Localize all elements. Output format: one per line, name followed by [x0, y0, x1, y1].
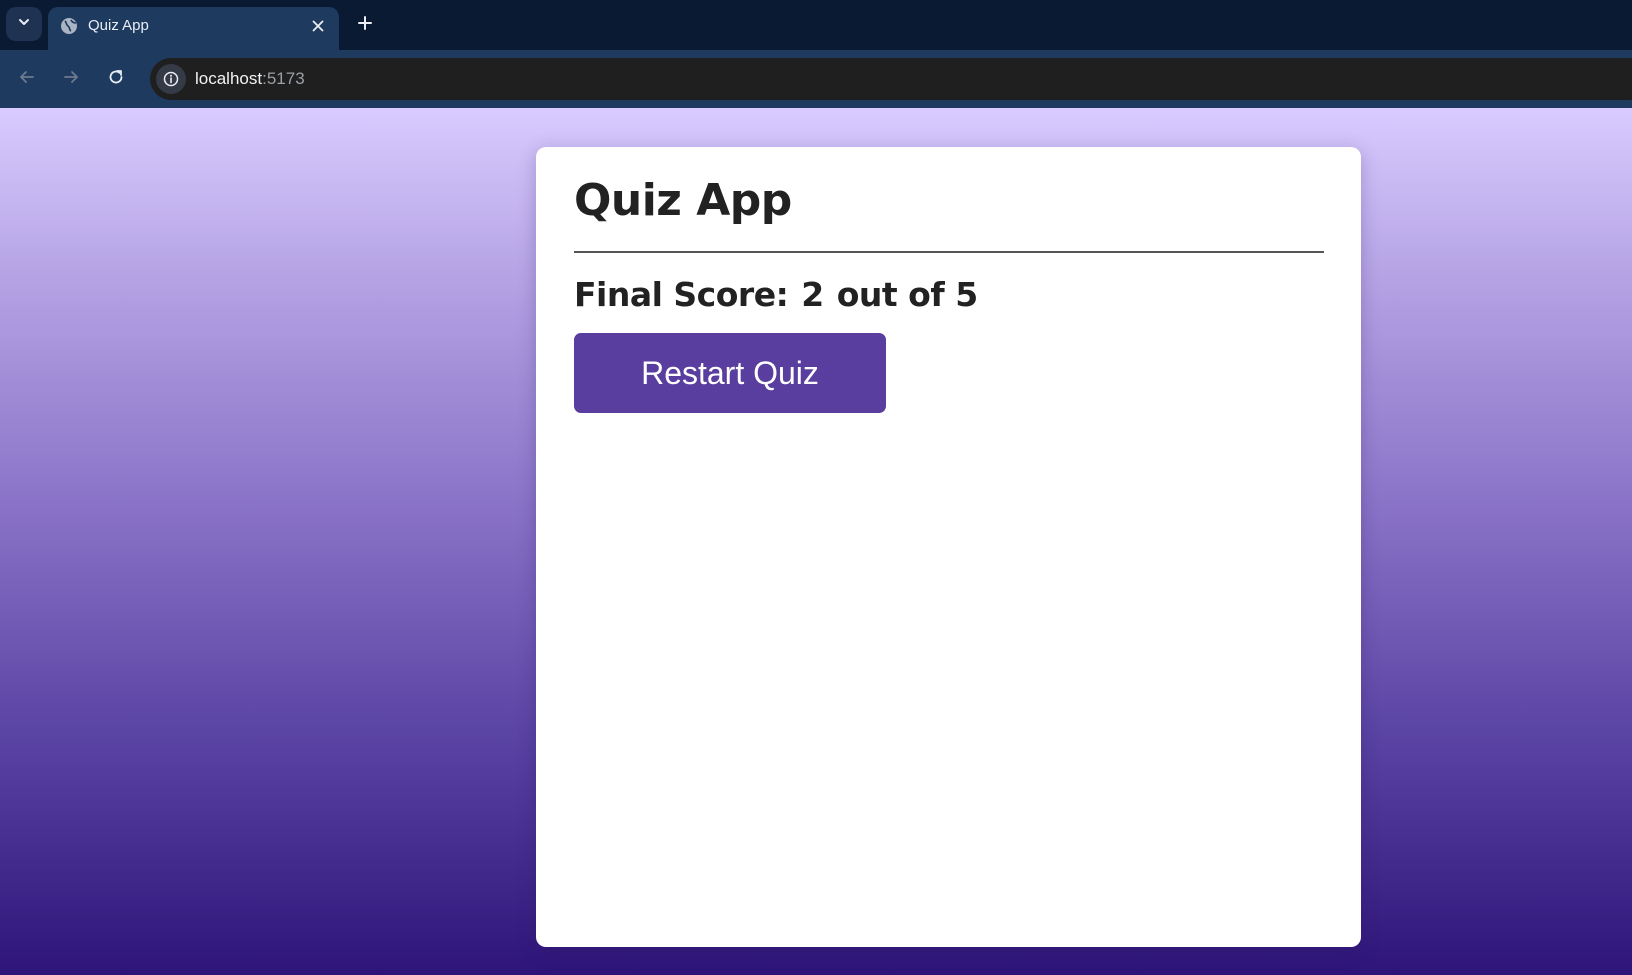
forward-button[interactable]: [55, 63, 87, 95]
score-total: 5: [955, 275, 978, 314]
globe-icon: [60, 17, 78, 35]
score-connector: out of: [836, 275, 945, 314]
arrow-left-icon: [18, 68, 36, 91]
restart-quiz-button[interactable]: Restart Quiz: [574, 333, 886, 413]
url-port: :5173: [262, 69, 305, 88]
address-bar[interactable]: localhost:5173: [150, 58, 1632, 100]
browser-toolbar: localhost:5173: [0, 50, 1632, 108]
chevron-down-icon: [17, 15, 31, 34]
tab-title: Quiz App: [88, 17, 149, 34]
site-info-icon[interactable]: [156, 64, 186, 94]
final-score-label: Final Score:: [574, 275, 789, 314]
browser-tab[interactable]: Quiz App: [48, 7, 339, 50]
new-tab-button[interactable]: [352, 12, 378, 38]
reload-icon: [107, 68, 125, 91]
url-text: localhost:5173: [195, 69, 305, 89]
reload-button[interactable]: [100, 63, 132, 95]
quiz-card: Quiz App Final Score: 2 out of 5 Restart…: [536, 147, 1361, 947]
divider: [574, 251, 1324, 253]
url-host: localhost: [195, 69, 263, 88]
score-value: 2: [801, 275, 824, 314]
final-score: Final Score: 2 out of 5: [574, 275, 978, 314]
tab-search-button[interactable]: [6, 7, 42, 41]
arrow-right-icon: [62, 68, 80, 91]
close-icon[interactable]: [307, 15, 329, 37]
plus-icon: [357, 15, 373, 36]
browser-tab-strip: Quiz App: [0, 0, 1632, 50]
page-viewport: Quiz App Final Score: 2 out of 5 Restart…: [0, 108, 1632, 975]
page-title: Quiz App: [574, 175, 792, 226]
back-button[interactable]: [11, 63, 43, 95]
